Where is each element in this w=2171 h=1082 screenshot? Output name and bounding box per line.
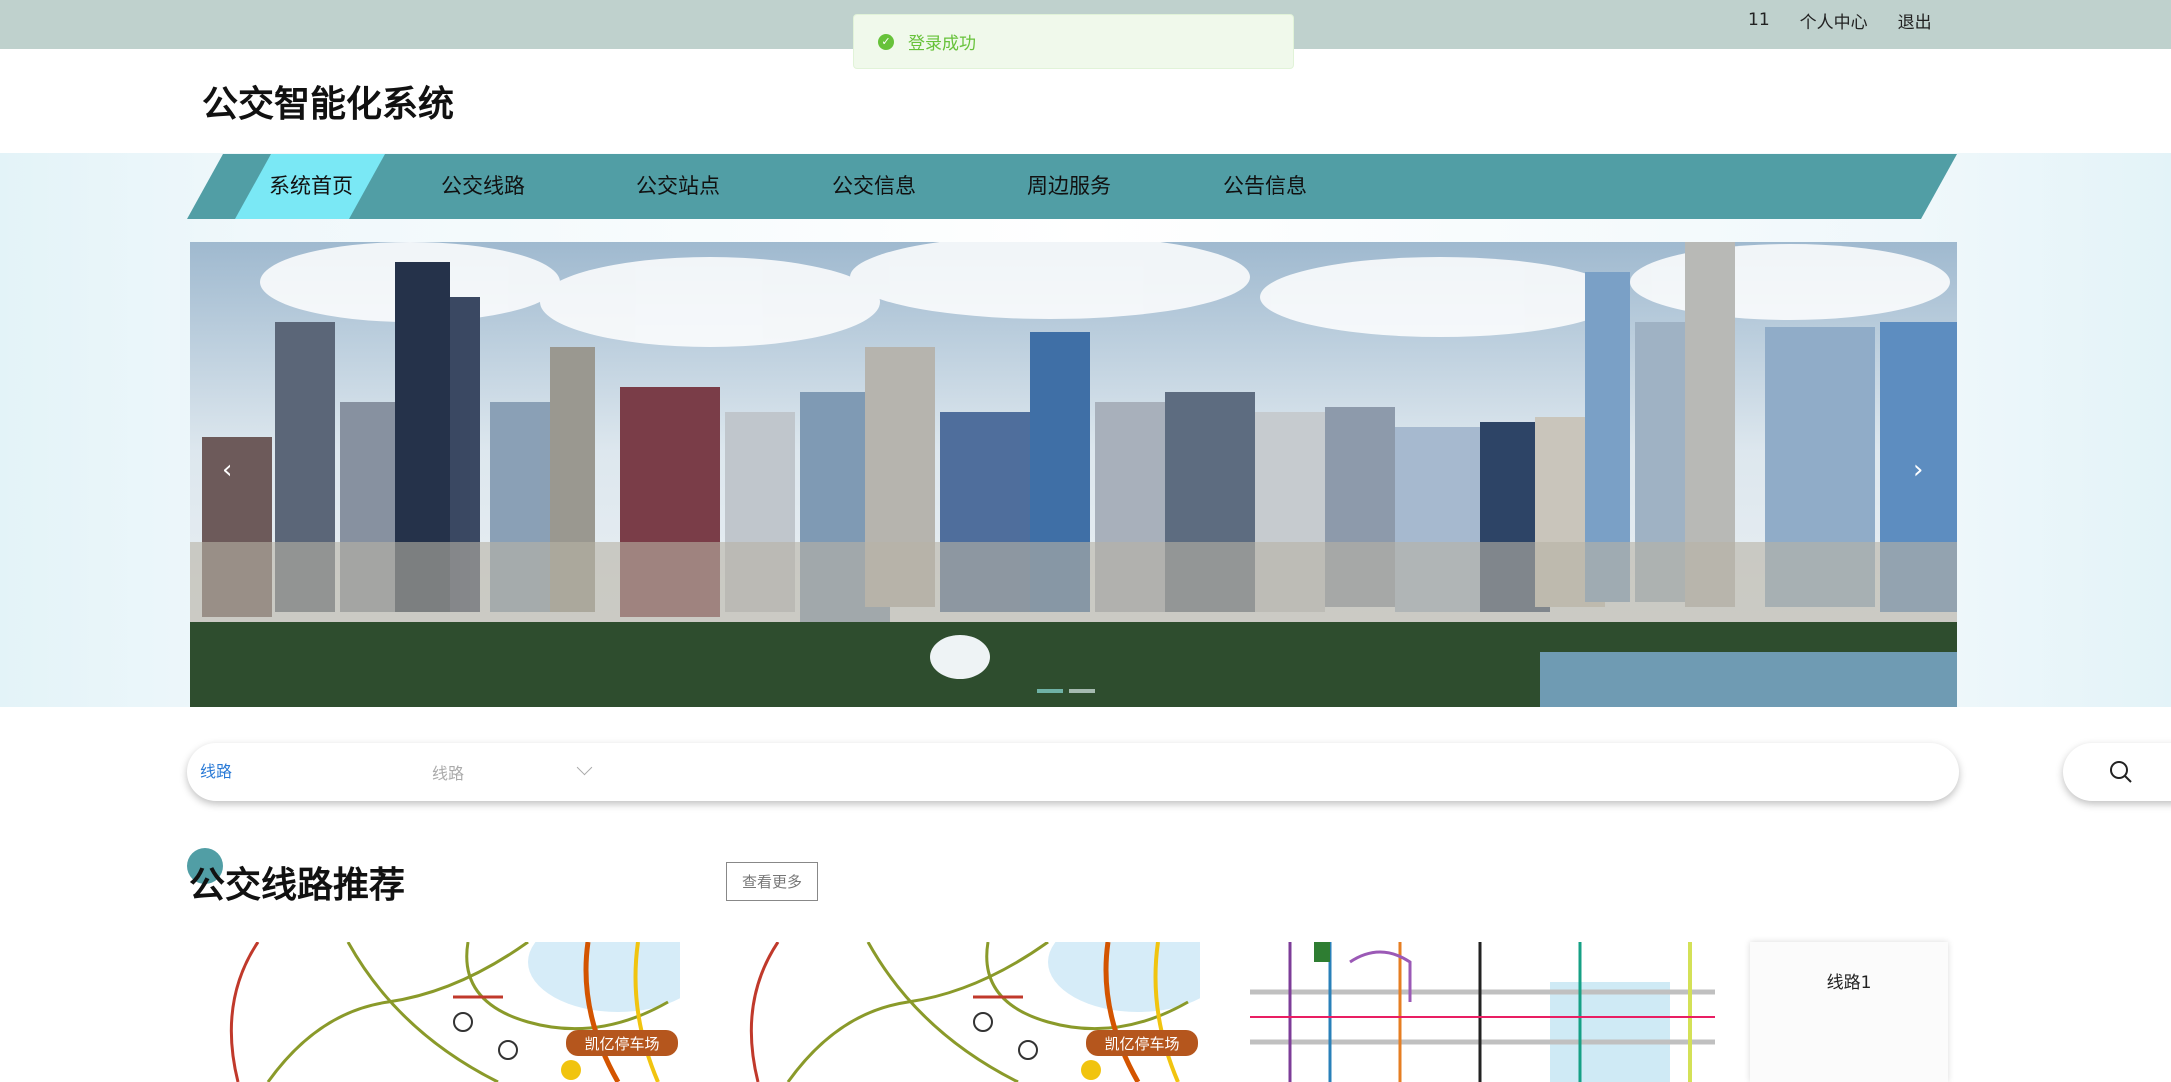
route-card[interactable]: 凯亿停车场 <box>198 942 680 1082</box>
nav-item-home[interactable]: 系统首页 <box>269 154 353 219</box>
search-type-select[interactable]: 线路 <box>200 743 232 801</box>
banner-carousel <box>190 242 1957 707</box>
toast-message: 登录成功 <box>908 34 976 54</box>
carousel-dot[interactable] <box>1069 689 1095 693</box>
city-skyline-image <box>190 242 1957 707</box>
route-map-image: 凯亿停车场 <box>718 942 1200 1082</box>
profile-link[interactable]: 个人中心 <box>1800 8 1868 33</box>
route-card[interactable] <box>1250 942 1715 1082</box>
transit-map-image <box>1250 942 1715 1082</box>
nav-item-announcements[interactable]: 公告信息 <box>1223 154 1307 219</box>
main-nav: 系统首页 公交线路 公交站点 公交信息 周边服务 公告信息 <box>187 154 1957 219</box>
section-title: 公交线路推荐 <box>189 865 406 906</box>
search-button[interactable] <box>2063 743 2171 801</box>
user-links: 11 个人中心 退出 <box>1748 0 1932 40</box>
check-circle-icon: ✓ <box>878 33 894 50</box>
route-card[interactable]: 线路1 <box>1750 942 1948 1082</box>
map-label: 凯亿停车场 <box>584 1035 659 1053</box>
carousel-indicators <box>1037 689 1095 693</box>
route-card-title: 线路1 <box>1826 973 1872 993</box>
search-icon <box>2110 761 2132 783</box>
success-toast: ✓ 登录成功 <box>853 14 1294 69</box>
carousel-dot[interactable] <box>1037 689 1063 693</box>
route-map-image: 凯亿停车场 <box>198 942 680 1082</box>
banner-prev-arrow[interactable]: ‹ <box>222 455 232 485</box>
search-bar: 线路 <box>187 743 1959 801</box>
nav-item-bus-routes[interactable]: 公交线路 <box>441 154 525 219</box>
search-input[interactable] <box>430 757 1834 789</box>
banner-next-arrow[interactable]: › <box>1913 455 1923 485</box>
logout-link[interactable]: 退出 <box>1898 8 1932 33</box>
view-more-button[interactable]: 查看更多 <box>726 862 818 901</box>
route-card[interactable]: 凯亿停车场 <box>718 942 1200 1082</box>
nav-item-nearby-services[interactable]: 周边服务 <box>1027 154 1111 219</box>
nav-item-bus-stops[interactable]: 公交站点 <box>636 154 720 219</box>
nav-item-bus-info[interactable]: 公交信息 <box>832 154 916 219</box>
map-label: 凯亿停车场 <box>1104 1035 1179 1053</box>
username: 11 <box>1748 10 1770 30</box>
site-title: 公交智能化系统 <box>202 84 455 125</box>
